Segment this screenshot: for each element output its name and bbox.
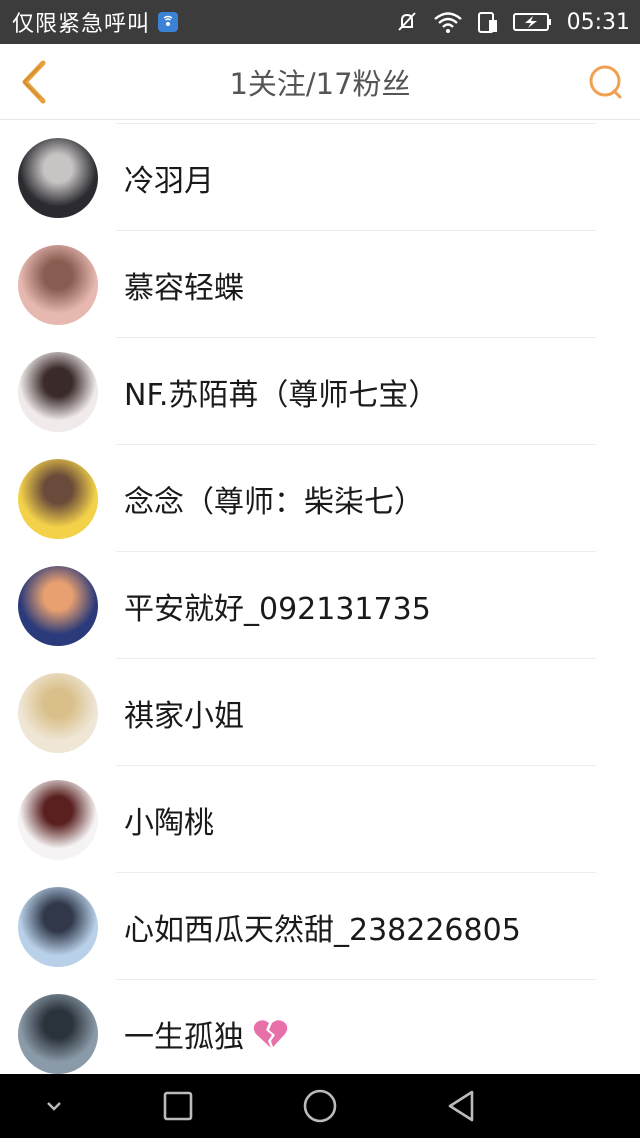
mute-icon bbox=[395, 10, 419, 34]
nav-back-button[interactable] bbox=[422, 1074, 502, 1138]
app-header: 1关注/17粉丝 bbox=[0, 44, 640, 120]
avatar[interactable] bbox=[18, 138, 98, 218]
clock-text: 05:31 bbox=[566, 9, 630, 35]
fan-list-item[interactable]: 一生孤独 bbox=[0, 980, 640, 1087]
fan-list-item[interactable]: NF.苏陌苒（尊师七宝） bbox=[0, 338, 640, 445]
avatar[interactable] bbox=[18, 887, 98, 967]
home-icon bbox=[303, 1089, 337, 1123]
avatar[interactable] bbox=[18, 994, 98, 1074]
search-icon bbox=[589, 65, 622, 99]
fan-name: 平安就好_092131735 bbox=[124, 591, 431, 627]
wifi-icon bbox=[433, 10, 463, 34]
fan-name: 冷羽月 bbox=[124, 163, 214, 199]
fan-name: 慕容轻蝶 bbox=[124, 270, 244, 306]
collapse-icon bbox=[47, 1102, 61, 1111]
avatar[interactable] bbox=[18, 245, 98, 325]
recents-icon bbox=[163, 1091, 193, 1121]
fan-name: 念念（尊师：柴柒七） bbox=[124, 484, 424, 520]
fan-list-item[interactable]: 祺家小姐 bbox=[0, 659, 640, 766]
screen: 仅限紧急呼叫 05:31 1关注/17粉丝 冷羽月 慕容轻蝶 NF.苏陌苒（尊师… bbox=[0, 0, 640, 1138]
status-right: 05:31 bbox=[395, 10, 630, 35]
fan-list-item[interactable]: 心如西瓜天然甜_238226805 bbox=[0, 873, 640, 980]
status-left: 仅限紧急呼叫 bbox=[12, 6, 179, 38]
navigation-bar bbox=[0, 1074, 640, 1138]
search-button[interactable] bbox=[586, 62, 626, 102]
fan-list-item[interactable]: 慕容轻蝶 bbox=[0, 231, 640, 338]
fan-name: 心如西瓜天然甜_238226805 bbox=[124, 912, 521, 948]
fan-list-item[interactable]: 冷羽月 bbox=[0, 124, 640, 231]
fan-name: NF.苏陌苒（尊师七宝） bbox=[124, 377, 439, 413]
back-icon bbox=[448, 1090, 474, 1122]
page-title: 1关注/17粉丝 bbox=[229, 67, 411, 101]
avatar[interactable] bbox=[18, 780, 98, 860]
fan-list: 冷羽月 慕容轻蝶 NF.苏陌苒（尊师七宝） 念念（尊师：柴柒七） 平安就好_09… bbox=[0, 124, 640, 1087]
avatar[interactable] bbox=[18, 673, 98, 753]
battery-charging-icon bbox=[512, 11, 553, 33]
avatar[interactable] bbox=[18, 352, 98, 432]
broken-heart-icon bbox=[253, 1019, 288, 1048]
fan-name: 小陶桃 bbox=[124, 805, 214, 841]
fan-list-item[interactable]: 念念（尊师：柴柒七） bbox=[0, 445, 640, 552]
fan-list-item[interactable]: 平安就好_092131735 bbox=[0, 552, 640, 659]
avatar[interactable] bbox=[18, 566, 98, 646]
status-bar: 仅限紧急呼叫 05:31 bbox=[0, 0, 640, 44]
avatar[interactable] bbox=[18, 459, 98, 539]
home-button[interactable] bbox=[280, 1074, 360, 1138]
fan-list-item[interactable]: 小陶桃 bbox=[0, 766, 640, 873]
hd-call-icon bbox=[158, 12, 179, 32]
fan-name: 一生孤独 bbox=[124, 980, 290, 1087]
fan-name: 祺家小姐 bbox=[124, 698, 244, 734]
carrier-text: 仅限紧急呼叫 bbox=[12, 12, 151, 37]
recents-button[interactable] bbox=[138, 1074, 218, 1138]
sim-icon bbox=[477, 10, 499, 34]
collapse-button[interactable] bbox=[14, 1074, 94, 1138]
